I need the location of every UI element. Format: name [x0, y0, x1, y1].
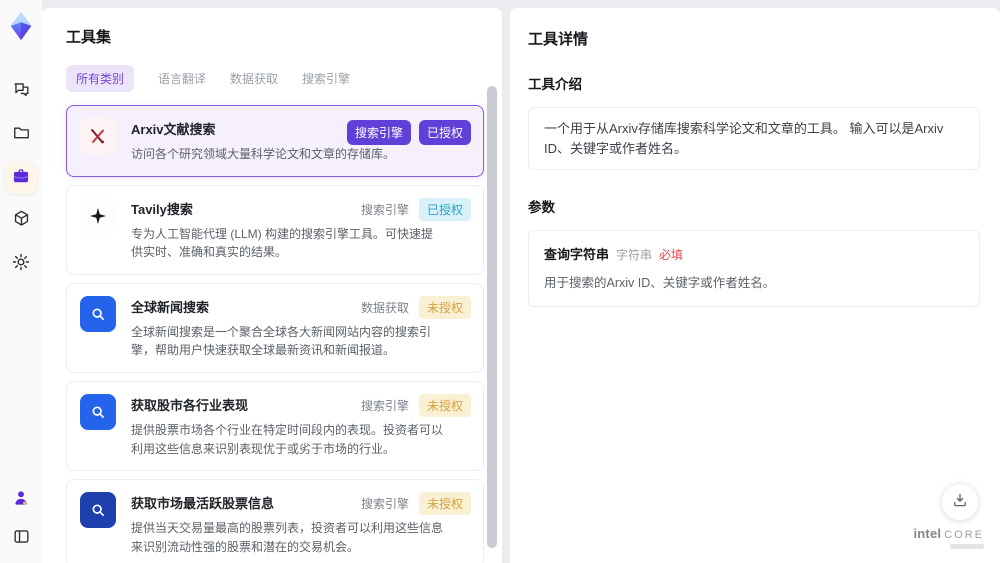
list-scrollbar[interactable]	[487, 86, 497, 548]
tool-card-sector-performance[interactable]: 获取股市各行业表现 提供股票市场各个行业在特定时间段内的表现。投资者可以利用这些…	[66, 380, 484, 472]
tool-card-list: Arxiv文献搜索 访问各个研究领域大量科学论文和文章的存储库。 搜索引擎 已授…	[66, 105, 484, 563]
sidebar-item-tools[interactable]	[5, 162, 37, 194]
tab-search-engine[interactable]: 搜索引擎	[302, 70, 350, 87]
page-title: 工具集	[66, 29, 112, 46]
tab-language-translation[interactable]: 语言翻译	[158, 70, 206, 87]
magnifier-icon	[80, 393, 116, 430]
tavily-star-icon	[80, 197, 116, 234]
tool-desc: 全球新闻搜索是一个聚合全球各大新闻网站内容的搜索引擎，帮助用户快速获取全球最新资…	[131, 324, 432, 358]
tool-card-global-news[interactable]: 全球新闻搜索 全球新闻搜索是一个聚合全球各大新闻网站内容的搜索引擎，帮助用户快速…	[66, 282, 484, 373]
tab-all-categories[interactable]: 所有类别	[66, 65, 135, 92]
category-tabs: 所有类别 语言翻译 数据获取 搜索引擎	[66, 65, 502, 92]
sidebar-item-settings[interactable]	[5, 248, 37, 280]
auth-status-badge: 未授权	[418, 492, 471, 516]
tool-desc: 专为人工智能代理 (LLM) 构建的搜索引擎工具。可快速提供实时、准确和真实的结…	[131, 226, 434, 260]
category-badge: 搜索引擎	[346, 120, 411, 145]
intel-core-logo: intel CORE	[913, 527, 984, 549]
arxiv-logo-icon	[80, 118, 116, 154]
main-area: 工具集 所有类别 语言翻译 数据获取 搜索引擎 Arxiv文献搜索 访问各个研究…	[42, 0, 1000, 563]
category-badge: 数据获取	[360, 300, 409, 315]
intel-sub-mark	[950, 544, 984, 549]
sidebar-item-files[interactable]	[5, 119, 37, 151]
category-badge: 搜索引擎	[360, 497, 409, 512]
intro-heading: 工具介绍	[528, 77, 582, 92]
param-desc: 用于搜索的Arxiv ID、关键字或作者姓名。	[544, 276, 776, 290]
auth-status-badge: 未授权	[418, 393, 471, 417]
avatar-icon	[11, 488, 31, 513]
icon-sidebar	[0, 0, 42, 563]
category-badge: 搜索引擎	[360, 398, 409, 413]
sidebar-item-chat[interactable]	[5, 76, 37, 108]
chat-icon	[12, 80, 31, 104]
briefcase-icon	[11, 166, 31, 191]
parameter-item: 查询字符串 字符串 必填 用于搜索的Arxiv ID、关键字或作者姓名。	[528, 230, 980, 307]
tool-card-most-active-stocks[interactable]: 获取市场最活跃股票信息 提供当天交易量最高的股票列表，投资者可以利用这些信息来识…	[66, 479, 484, 563]
param-required-badge: 必填	[659, 248, 684, 262]
tool-intro-text: 一个用于从Arxiv存储库搜索科学论文和文章的工具。 输入可以是Arxiv ID…	[528, 107, 980, 170]
folder-icon	[12, 123, 31, 147]
tool-list-panel: 工具集 所有类别 语言翻译 数据获取 搜索引擎 Arxiv文献搜索 访问各个研究…	[42, 8, 502, 563]
tab-data-acquisition[interactable]: 数据获取	[230, 70, 278, 87]
download-icon	[951, 491, 969, 514]
magnifier-icon	[80, 492, 116, 529]
tool-card-arxiv[interactable]: Arxiv文献搜索 访问各个研究领域大量科学论文和文章的存储库。 搜索引擎 已授…	[66, 105, 484, 177]
tool-card-tavily[interactable]: Tavily搜索 专为人工智能代理 (LLM) 构建的搜索引擎工具。可快速提供实…	[66, 184, 484, 275]
download-button[interactable]	[941, 483, 979, 521]
panel-toggle-icon	[12, 527, 31, 551]
magnifier-icon	[80, 295, 116, 332]
user-avatar[interactable]	[5, 484, 37, 516]
detail-title: 工具详情	[528, 31, 589, 48]
auth-status-badge: 未授权	[418, 295, 471, 319]
cube-icon	[12, 209, 31, 233]
param-name: 查询字符串	[544, 247, 610, 262]
app-logo-icon	[6, 10, 36, 42]
gear-icon	[11, 252, 31, 277]
tool-detail-panel: 工具详情 工具介绍 一个用于从Arxiv存储库搜索科学论文和文章的工具。 输入可…	[510, 8, 1000, 563]
auth-status-badge: 已授权	[418, 197, 471, 221]
auth-status-badge: 已授权	[418, 120, 471, 145]
param-type: 字符串	[616, 248, 653, 262]
panel-toggle-button[interactable]	[5, 523, 37, 555]
app-window: 工具集 所有类别 语言翻译 数据获取 搜索引擎 Arxiv文献搜索 访问各个研究…	[0, 0, 1000, 563]
sidebar-item-packages[interactable]	[5, 205, 37, 237]
category-badge: 搜索引擎	[360, 202, 409, 217]
params-heading: 参数	[528, 200, 555, 215]
sidebar-bottom	[5, 484, 37, 555]
tool-desc: 提供当天交易量最高的股票列表，投资者可以利用这些信息来识别流动性强的股票和潜在的…	[131, 521, 444, 554]
tool-desc: 访问各个研究领域大量科学论文和文章的存储库。	[131, 147, 396, 161]
tool-desc: 提供股票市场各个行业在特定时间段内的表现。投资者可以利用这些信息来识别表现优于或…	[131, 422, 444, 456]
sidebar-nav	[5, 76, 37, 280]
